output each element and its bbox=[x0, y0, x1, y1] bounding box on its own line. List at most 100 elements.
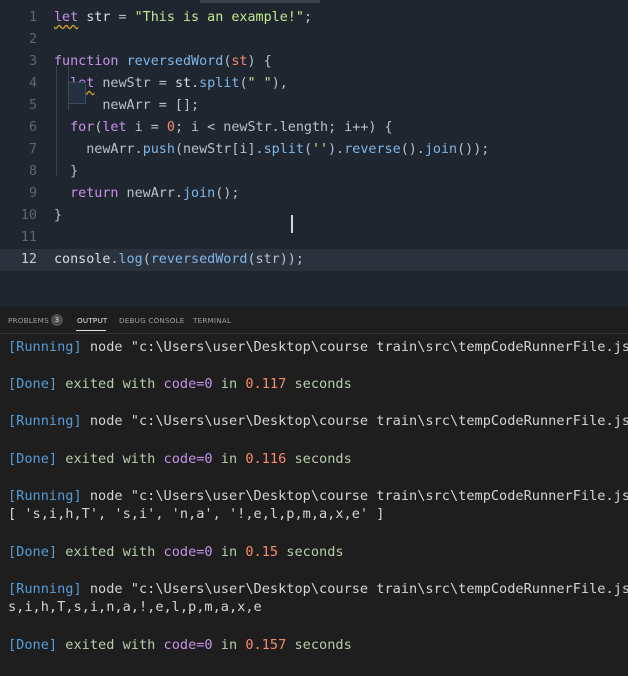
done-text: exited with bbox=[57, 636, 164, 653]
code-token: join bbox=[424, 142, 458, 157]
output-line: [Done] exited with code=0 in 0.15 second… bbox=[8, 543, 344, 561]
line-number: 4 bbox=[28, 76, 37, 91]
code-line[interactable]: 2 bbox=[0, 29, 628, 51]
active-tab-indicator bbox=[76, 330, 106, 331]
code-token: reverse bbox=[344, 142, 401, 157]
line-number: 3 bbox=[28, 54, 37, 69]
done-text: seconds bbox=[286, 450, 352, 467]
done-text: seconds bbox=[278, 543, 344, 560]
code-token: newStr = bbox=[94, 76, 175, 91]
code-token: ( bbox=[303, 142, 312, 157]
code-token: for bbox=[70, 120, 95, 135]
line-number: 2 bbox=[28, 32, 37, 47]
line-number: 5 bbox=[28, 98, 37, 113]
text-cursor bbox=[291, 215, 293, 233]
line-number: 7 bbox=[28, 142, 37, 157]
code-token: ; i < newStr.length; i++) { bbox=[174, 120, 393, 135]
problems-count-badge: 3 bbox=[51, 314, 63, 326]
run-command: node "c:\Users\user\Desktop\course train… bbox=[81, 413, 628, 430]
code-token: ; bbox=[303, 10, 312, 25]
code-text: function reversedWord(st) { bbox=[54, 51, 272, 73]
line-number: 8 bbox=[28, 164, 37, 179]
code-token: i = bbox=[126, 120, 167, 135]
code-line[interactable]: 4 let newStr = st.split(" "), bbox=[0, 73, 628, 95]
code-token: 0 bbox=[166, 120, 175, 135]
run-command: node "c:\Users\user\Desktop\course train… bbox=[81, 580, 628, 597]
duration-seconds: 0.157 bbox=[245, 636, 287, 653]
run-status: [Running] bbox=[8, 487, 82, 504]
code-line[interactable]: 8 } bbox=[0, 161, 628, 183]
code-token: ) { bbox=[247, 54, 272, 69]
tab-output[interactable]: OUTPUT bbox=[77, 316, 108, 325]
code-token: newArr. bbox=[118, 186, 183, 201]
code-text: } bbox=[54, 205, 62, 227]
code-token: ()); bbox=[457, 142, 490, 157]
code-token: newArr. bbox=[54, 142, 143, 157]
done-text: in bbox=[212, 636, 246, 653]
line-number: 11 bbox=[20, 230, 37, 245]
code-text: for(let i = 0; i < newStr.length; i++) { bbox=[54, 117, 393, 139]
bottom-panel: PROBLEMS 3 OUTPUT DEBUG CONSOLE TERMINAL… bbox=[0, 307, 628, 676]
done-text: seconds bbox=[286, 636, 352, 653]
program-output: s,i,h,T,s,i,n,a,!,e,l,p,m,a,x,e bbox=[8, 599, 262, 616]
run-command: node "c:\Users\user\Desktop\course train… bbox=[81, 487, 628, 504]
code-token: (str)); bbox=[247, 252, 304, 267]
code-editor[interactable]: 1 let str = "This is an example!"; 2 3 funct… bbox=[0, 0, 628, 307]
code-token: ( bbox=[239, 76, 248, 91]
done-text: exited with bbox=[57, 376, 164, 393]
exit-code: code=0 bbox=[163, 376, 213, 393]
tab-problems[interactable]: PROBLEMS bbox=[8, 316, 49, 325]
done-text: exited with bbox=[57, 543, 164, 560]
code-token: (); bbox=[215, 186, 240, 201]
done-text: in bbox=[212, 543, 246, 560]
code-token: " " bbox=[247, 76, 272, 91]
code-line[interactable]: 7 newArr.push(newStr[i].split('').revers… bbox=[0, 139, 628, 161]
code-token: "This is an example!" bbox=[134, 10, 304, 25]
code-token: } bbox=[54, 164, 79, 179]
done-status: [Done] bbox=[8, 450, 58, 467]
code-text: } bbox=[54, 161, 78, 183]
code-line[interactable]: 1 let str = "This is an example!"; bbox=[0, 7, 628, 29]
line-number: 1 bbox=[28, 10, 37, 25]
output-line: [Running] node "c:\Users\user\Desktop\co… bbox=[8, 412, 628, 430]
code-token: = bbox=[110, 10, 135, 25]
code-token: (). bbox=[400, 142, 425, 157]
done-status: [Done] bbox=[8, 636, 58, 653]
code-line[interactable]: 10} bbox=[0, 205, 628, 227]
code-line[interactable]: 11 bbox=[0, 227, 628, 249]
code-line[interactable]: 6 for(let i = 0; i < newStr.length; i++)… bbox=[0, 117, 628, 139]
code-token: log bbox=[118, 252, 143, 267]
indent-guide bbox=[56, 66, 57, 176]
code-token: . bbox=[110, 252, 119, 267]
program-output: [ 's,i,h,T', 's,i', 'n,a', '!,e,l,p,m,a,… bbox=[8, 506, 385, 523]
panel-tabs: PROBLEMS 3 OUTPUT DEBUG CONSOLE TERMINAL bbox=[0, 307, 628, 334]
code-token: st bbox=[231, 54, 248, 69]
output-line: [Running] node "c:\Users\user\Desktop\co… bbox=[8, 338, 628, 356]
output-line: [Done] exited with code=0 in 0.116 secon… bbox=[8, 450, 352, 468]
code-token: . bbox=[191, 76, 200, 91]
duration-seconds: 0.15 bbox=[245, 543, 279, 560]
run-command: node "c:\Users\user\Desktop\course train… bbox=[81, 339, 628, 355]
done-status: [Done] bbox=[8, 376, 58, 393]
code-line[interactable]: 5 newArr = []; bbox=[0, 95, 628, 117]
code-line[interactable]: 3 function reversedWord(st) { bbox=[0, 51, 628, 73]
code-line[interactable]: 9 return newArr.join(); bbox=[0, 183, 628, 205]
run-status: [Running] bbox=[8, 413, 82, 430]
indent-highlight bbox=[68, 82, 86, 104]
done-text: in bbox=[212, 376, 246, 393]
code-token: join bbox=[183, 186, 216, 201]
code-line[interactable]: 12 console.log(reversedWord(str)); bbox=[0, 249, 628, 271]
code-token: } bbox=[54, 208, 63, 223]
code-token: reversedWord bbox=[150, 252, 248, 267]
output-line: [ 's,i,h,T', 's,i', 'n,a', '!,e,l,p,m,a,… bbox=[8, 505, 384, 523]
code-token: ), bbox=[271, 76, 288, 91]
code-token: let bbox=[54, 10, 79, 25]
tab-debug-console[interactable]: DEBUG CONSOLE bbox=[119, 316, 185, 325]
code-token: reversedWord bbox=[126, 54, 224, 69]
line-number: 6 bbox=[28, 120, 37, 135]
duration-seconds: 0.117 bbox=[245, 376, 287, 393]
tab-terminal[interactable]: TERMINAL bbox=[193, 316, 231, 325]
output-line: s,i,h,T,s,i,n,a,!,e,l,p,m,a,x,e bbox=[8, 598, 262, 616]
